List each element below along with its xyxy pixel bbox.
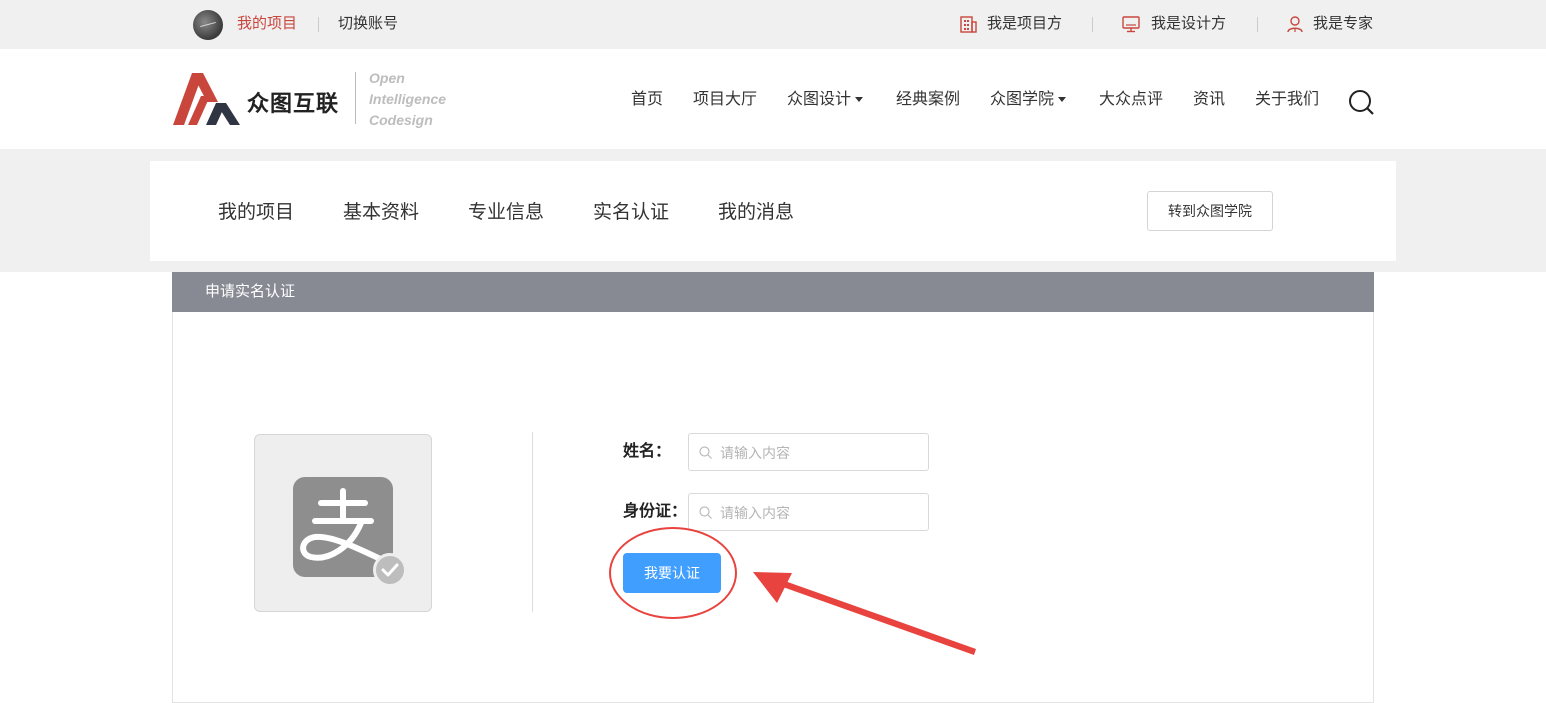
search-icon — [699, 446, 712, 459]
panel-header — [172, 272, 1374, 312]
name-input[interactable]: 请输入内容 — [688, 433, 929, 471]
id-number-input-placeholder: 请输入内容 — [720, 505, 790, 521]
nav-project-hall[interactable]: 项目大厅 — [693, 89, 757, 111]
nav-reviews[interactable]: 大众点评 — [1099, 89, 1163, 111]
building-icon — [960, 16, 977, 33]
goto-academy-button[interactable]: 转到众图学院 — [1147, 191, 1273, 231]
logo-tagline: Codesign — [369, 112, 433, 128]
nav-home[interactable]: 首页 — [631, 89, 663, 111]
role-expert-link[interactable]: 我是专家 — [1313, 14, 1373, 34]
checkmark-icon — [381, 563, 399, 577]
person-icon — [1287, 16, 1303, 33]
search-icon — [699, 506, 712, 519]
name-input-placeholder: 请输入内容 — [720, 445, 790, 461]
divider — [318, 17, 319, 32]
id-number-input[interactable]: 请输入内容 — [688, 493, 929, 531]
logo-tagline: Intelligence — [369, 91, 447, 107]
logo-icon[interactable] — [172, 72, 242, 126]
vertical-divider — [532, 432, 533, 612]
search-icon[interactable] — [1348, 89, 1375, 116]
monitor-icon — [1122, 16, 1140, 33]
annotation-arrow-icon — [753, 572, 976, 655]
logo-tagline: Open — [369, 70, 405, 86]
panel-title: 申请实名认证 — [205, 283, 296, 300]
annotation-circle — [609, 527, 737, 619]
nav-design-label: 众图设计 — [787, 91, 852, 108]
avatar[interactable] — [193, 10, 223, 40]
nav-design[interactable]: 众图设计 — [787, 89, 864, 111]
id-number-label: 身份证： — [623, 503, 688, 520]
caret-down-icon — [1058, 97, 1067, 103]
tab-my-messages[interactable]: 我的消息 — [718, 201, 794, 225]
name-label: 姓名： — [623, 443, 672, 460]
my-project-link[interactable]: 我的项目 — [237, 14, 297, 34]
divider — [1092, 17, 1093, 32]
check-icon — [373, 553, 407, 587]
nav-news[interactable]: 资讯 — [1193, 89, 1225, 111]
logo-text: 众图互联 — [247, 91, 340, 116]
caret-down-icon — [855, 97, 864, 103]
nav-classic-cases[interactable]: 经典案例 — [896, 89, 960, 111]
tab-my-projects[interactable]: 我的项目 — [218, 201, 294, 225]
divider — [1257, 17, 1258, 32]
switch-account-link[interactable]: 切换账号 — [338, 14, 398, 34]
tab-professional-info[interactable]: 专业信息 — [468, 201, 544, 225]
nav-about[interactable]: 关于我们 — [1255, 89, 1319, 111]
role-designer-link[interactable]: 我是设计方 — [1151, 14, 1226, 34]
tab-basic-info[interactable]: 基本资料 — [343, 201, 419, 225]
tab-real-name-verification[interactable]: 实名认证 — [593, 201, 669, 225]
logo-divider — [355, 72, 356, 124]
nav-academy[interactable]: 众图学院 — [990, 89, 1067, 111]
role-client-link[interactable]: 我是项目方 — [987, 14, 1062, 34]
nav-academy-label: 众图学院 — [990, 91, 1055, 108]
